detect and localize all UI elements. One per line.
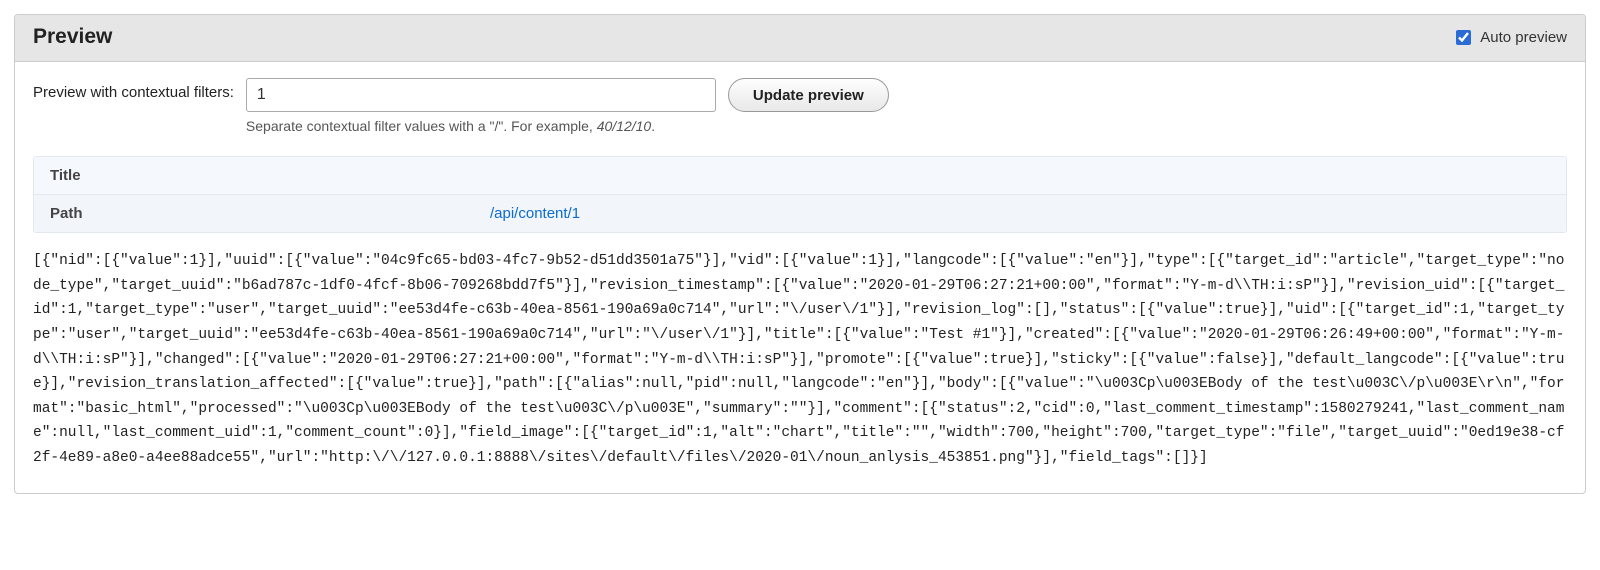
contextual-filter-row: Preview with contextual filters: Separat…: [33, 78, 1567, 134]
meta-title-label: Title: [34, 157, 474, 194]
auto-preview-toggle[interactable]: Auto preview: [1452, 27, 1567, 48]
auto-preview-label: Auto preview: [1480, 29, 1567, 46]
meta-path-value: /api/content/1: [474, 195, 1566, 232]
panel-header: Preview Auto preview: [15, 15, 1585, 62]
contextual-filter-input[interactable]: [246, 78, 716, 112]
help-text: Separate contextual filter values with a…: [246, 118, 597, 134]
meta-path-link[interactable]: /api/content/1: [490, 205, 580, 222]
contextual-filter-help: Separate contextual filter values with a…: [246, 118, 716, 134]
meta-path-label: Path: [34, 195, 474, 232]
meta-row-path: Path /api/content/1: [34, 194, 1566, 232]
auto-preview-checkbox[interactable]: [1456, 30, 1471, 45]
meta-row-title: Title: [34, 157, 1566, 194]
update-preview-button[interactable]: Update preview: [728, 78, 889, 112]
panel-body: Preview with contextual filters: Separat…: [15, 62, 1585, 493]
contextual-filter-label: Preview with contextual filters:: [33, 78, 234, 101]
help-example: 40/12/10: [597, 118, 652, 134]
preview-meta-table: Title Path /api/content/1: [33, 156, 1567, 233]
preview-panel: Preview Auto preview Preview with contex…: [14, 14, 1586, 494]
help-suffix: .: [651, 118, 655, 134]
meta-title-value: [474, 157, 1566, 194]
panel-title: Preview: [33, 25, 112, 49]
json-output: [{"nid":[{"value":1}],"uuid":[{"value":"…: [33, 243, 1567, 485]
